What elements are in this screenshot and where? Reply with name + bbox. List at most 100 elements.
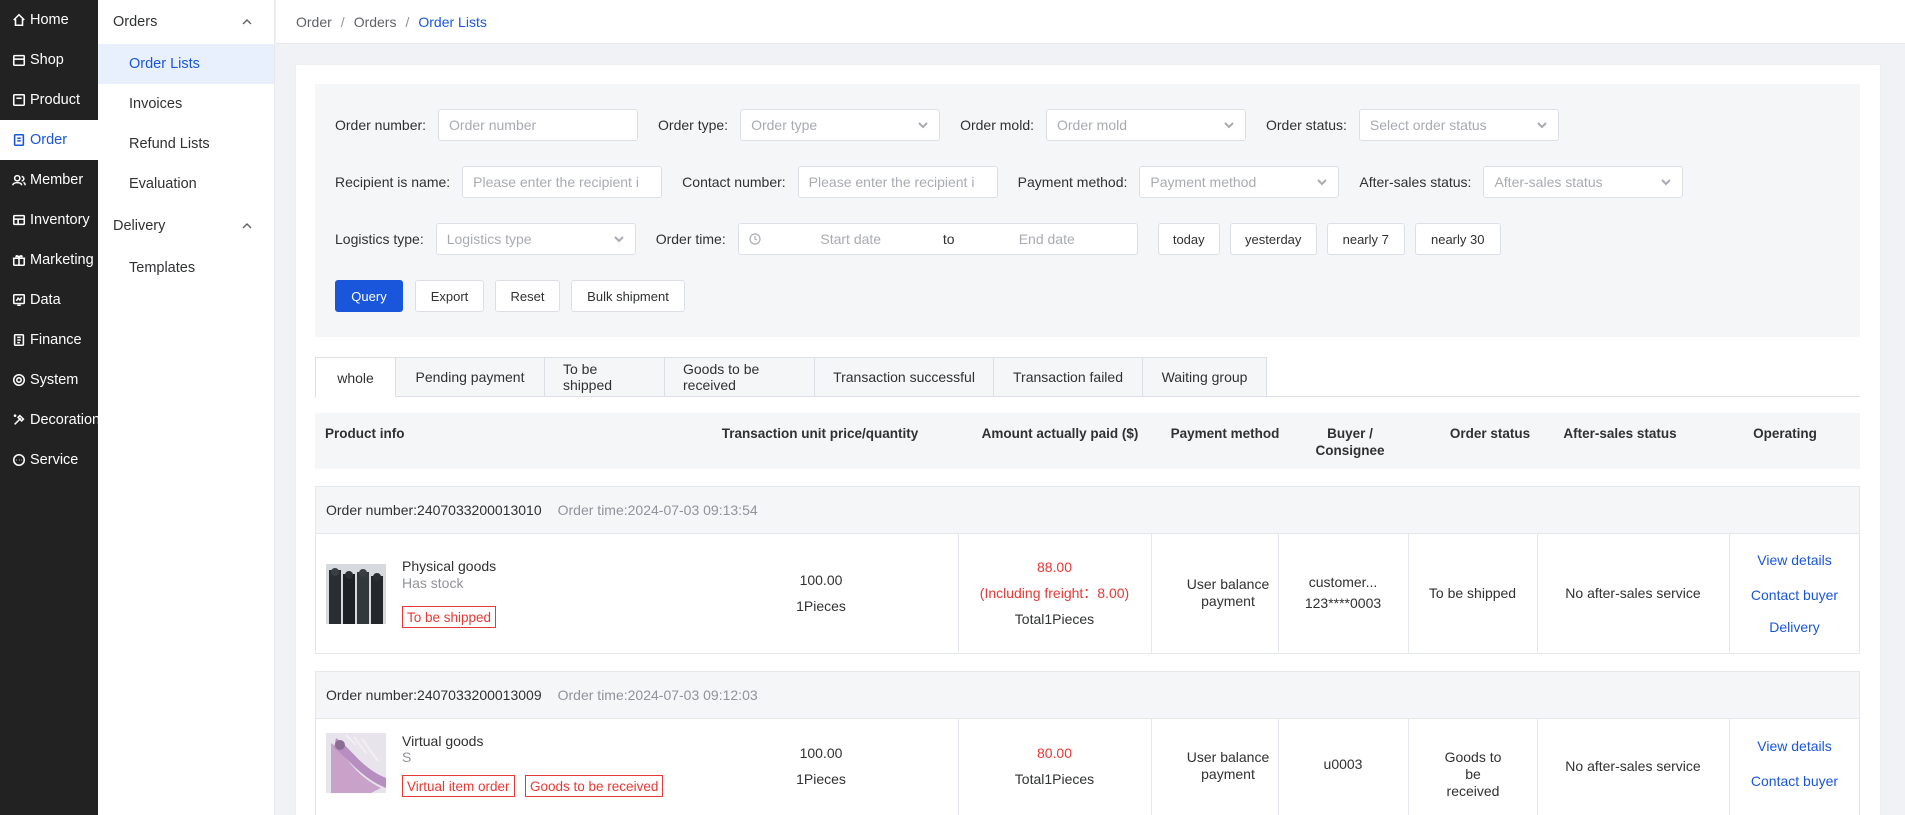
column-header: Buyer / Consignee bbox=[1315, 426, 1385, 458]
product-thumbnail[interactable] bbox=[326, 733, 386, 793]
breadcrumb-separator: / bbox=[340, 13, 345, 30]
end-date-input[interactable]: End date bbox=[987, 231, 1107, 247]
contact-input[interactable]: Please enter the recipient i bbox=[797, 166, 998, 198]
nav-label: Decoration bbox=[30, 412, 101, 428]
tab-waiting-group[interactable]: Waiting group bbox=[1142, 357, 1267, 397]
contact-buyer-link[interactable]: Contact buyer bbox=[1729, 587, 1860, 604]
order-status-select[interactable]: Select order status bbox=[1358, 109, 1559, 141]
recipient-input[interactable]: Please enter the recipient i bbox=[462, 166, 663, 198]
placeholder: Order mold bbox=[1057, 117, 1128, 133]
subnav-group-label: Orders bbox=[113, 14, 158, 30]
nav-item-home[interactable]: Home bbox=[0, 0, 98, 40]
nav-item-finance[interactable]: Finance bbox=[0, 320, 98, 360]
product-name[interactable]: Physical goods bbox=[402, 558, 496, 574]
subnav-group-orders[interactable]: Orders bbox=[98, 0, 274, 44]
tab-pending-payment[interactable]: Pending payment bbox=[395, 357, 544, 397]
breadcrumb-item[interactable]: Order bbox=[296, 14, 332, 30]
order-header: Order number:2407033200013010 Order time… bbox=[316, 487, 1859, 534]
subnav-group-delivery[interactable]: Delivery bbox=[98, 204, 274, 248]
delivery-link[interactable]: Delivery bbox=[1729, 619, 1860, 636]
tab-transaction-failed[interactable]: Transaction failed bbox=[993, 357, 1142, 397]
aftersales-status: No after-sales service bbox=[1565, 758, 1701, 774]
nav-item-shop[interactable]: Shop bbox=[0, 40, 98, 80]
status-tag: Virtual item order bbox=[402, 775, 515, 797]
nav-label: Order bbox=[30, 132, 68, 148]
unit-price: 100.00 bbox=[799, 745, 843, 761]
quick-today-button[interactable]: today bbox=[1157, 223, 1220, 255]
nav-item-system[interactable]: System bbox=[0, 360, 98, 400]
nav-item-decoration[interactable]: Decoration bbox=[0, 400, 101, 440]
column-header: Operating bbox=[1753, 426, 1817, 441]
quick-nearly30-button[interactable]: nearly 30 bbox=[1414, 223, 1501, 255]
tab-goods-to-be-received[interactable]: Goods to be received bbox=[664, 357, 814, 397]
system-icon bbox=[12, 373, 26, 387]
order-number-input[interactable]: Order number bbox=[438, 109, 639, 141]
view-details-link[interactable]: View details bbox=[1729, 738, 1860, 755]
logistics-select[interactable]: Logistics type bbox=[435, 223, 636, 255]
chevron-up-icon bbox=[242, 19, 252, 25]
placeholder: Select order status bbox=[1369, 117, 1487, 133]
order-mold-select[interactable]: Order mold bbox=[1046, 109, 1246, 141]
tab-transaction-successful[interactable]: Transaction successful bbox=[814, 357, 993, 397]
chevron-down-icon bbox=[1224, 122, 1234, 129]
breadcrumb-separator: / bbox=[405, 13, 410, 30]
aftersales-status: No after-sales service bbox=[1565, 585, 1701, 601]
product-thumbnail[interactable] bbox=[326, 564, 386, 624]
nav-item-product[interactable]: Product bbox=[0, 80, 98, 120]
nav-label: Data bbox=[30, 292, 61, 308]
nav-item-data[interactable]: Data bbox=[0, 280, 98, 320]
subnav-item-invoices[interactable]: Invoices bbox=[98, 84, 274, 124]
buyer-name[interactable]: u0003 bbox=[1278, 756, 1408, 773]
nav-item-service[interactable]: Service bbox=[0, 440, 98, 480]
nav-item-member[interactable]: Member bbox=[0, 160, 98, 200]
order-type-label: Order type: bbox=[658, 117, 729, 133]
subnav-item-evaluation[interactable]: Evaluation bbox=[98, 164, 274, 204]
tab-to-be-shipped[interactable]: To be shipped bbox=[544, 357, 664, 397]
nav-label: Finance bbox=[30, 332, 82, 348]
placeholder: Logistics type bbox=[446, 231, 532, 247]
export-button[interactable]: Export bbox=[415, 280, 484, 312]
breadcrumb-item[interactable]: Orders bbox=[354, 14, 397, 30]
contact-buyer-link[interactable]: Contact buyer bbox=[1729, 773, 1860, 790]
chevron-down-icon bbox=[1661, 179, 1672, 186]
subnav-item-refund-lists[interactable]: Refund Lists bbox=[98, 124, 274, 164]
start-date-input[interactable]: Start date bbox=[791, 231, 911, 247]
order-type-select[interactable]: Order type bbox=[740, 109, 941, 141]
buyer-phone: 123****0003 bbox=[1304, 595, 1382, 611]
placeholder: Please enter the recipient i bbox=[808, 174, 975, 190]
quick-nearly7-button[interactable]: nearly 7 bbox=[1326, 223, 1405, 255]
chevron-up-icon bbox=[242, 223, 252, 229]
nav-label: Shop bbox=[30, 52, 64, 68]
payment-select[interactable]: Payment method bbox=[1139, 166, 1340, 198]
total-quantity: Total1Pieces bbox=[1014, 771, 1095, 787]
reset-button[interactable]: Reset bbox=[495, 280, 560, 312]
view-details-link[interactable]: View details bbox=[1729, 552, 1860, 569]
decoration-icon bbox=[12, 413, 26, 427]
order-status: To be shipped bbox=[1428, 585, 1517, 601]
buyer-name[interactable]: customer... bbox=[1278, 574, 1408, 591]
aftersales-select[interactable]: After-sales status bbox=[1483, 166, 1684, 198]
nav-label: Inventory bbox=[30, 212, 90, 228]
home-icon bbox=[12, 13, 26, 27]
bulk-shipment-button[interactable]: Bulk shipment bbox=[571, 280, 685, 312]
nav-label: Marketing bbox=[30, 252, 94, 268]
nav-item-marketing[interactable]: Marketing bbox=[0, 240, 98, 280]
product-name[interactable]: Virtual goods bbox=[402, 733, 483, 749]
nav-item-inventory[interactable]: Inventory bbox=[0, 200, 98, 240]
status-tag: To be shipped bbox=[402, 606, 497, 628]
subnav-item-order-lists[interactable]: Order Lists bbox=[98, 44, 274, 84]
subnav-item-templates[interactable]: Templates bbox=[98, 248, 274, 288]
tab-whole[interactable]: whole bbox=[315, 357, 395, 398]
order-status: Goods to be received bbox=[1444, 749, 1502, 799]
freight-note: (Including freight：8.00) bbox=[979, 585, 1130, 601]
nav-item-order[interactable]: Order bbox=[0, 120, 98, 160]
order-number-label: Order number: bbox=[335, 117, 427, 133]
column-header: Order status bbox=[1449, 426, 1531, 441]
nav-label: Member bbox=[30, 172, 84, 188]
subnav-group-label: Delivery bbox=[113, 218, 166, 234]
main-panel: Order number: Order number Order type: O… bbox=[295, 64, 1881, 815]
query-button[interactable]: Query bbox=[335, 280, 403, 312]
quick-yesterday-button[interactable]: yesterday bbox=[1229, 223, 1317, 255]
paid-amount: 80.00 bbox=[1036, 745, 1073, 761]
date-range-picker[interactable]: Start date to End date bbox=[737, 223, 1138, 255]
